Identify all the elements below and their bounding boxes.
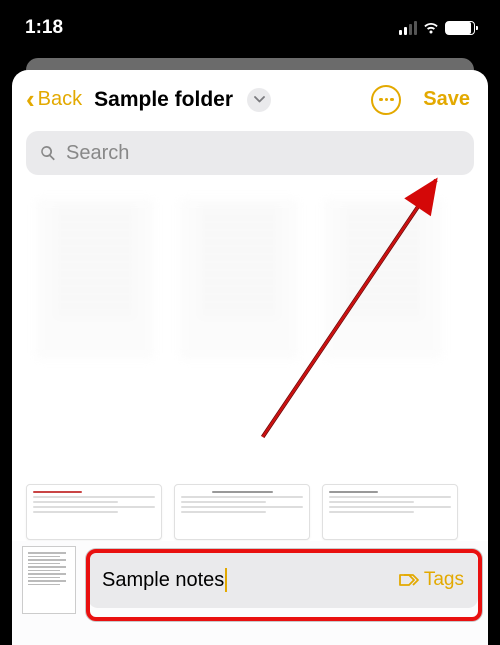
note-title-input[interactable]: Sample notes Tags (88, 552, 478, 608)
text-cursor (225, 568, 227, 592)
tags-label: Tags (424, 569, 464, 591)
back-button[interactable]: ‹ Back (26, 84, 82, 115)
cellular-icon (399, 21, 417, 35)
more-options-button[interactable] (371, 85, 401, 115)
notes-grid (12, 189, 488, 439)
chevron-left-icon: ‹ (26, 84, 35, 115)
search-input[interactable]: Search (26, 131, 474, 175)
folder-title: Sample folder (94, 88, 233, 112)
document-page-thumbnail[interactable] (26, 484, 162, 540)
status-bar: 1:18 (0, 0, 500, 55)
note-title-text: Sample notes (102, 568, 227, 592)
note-thumbnail[interactable] (36, 199, 154, 359)
folder-dropdown[interactable] (247, 88, 271, 112)
tags-icon (398, 572, 420, 588)
modal-sheet: ‹ Back Sample folder Save Search (12, 70, 488, 645)
title-input-bar: Sample notes Tags (12, 541, 488, 645)
search-icon (38, 143, 58, 163)
save-button[interactable]: Save (423, 88, 470, 111)
document-thumbnails (26, 484, 474, 540)
document-page-thumbnail[interactable] (322, 484, 458, 540)
ellipsis-icon (379, 98, 383, 102)
wifi-icon (422, 21, 440, 35)
navigation-bar: ‹ Back Sample folder Save (12, 70, 488, 125)
back-label: Back (38, 88, 82, 111)
note-thumbnail[interactable] (180, 199, 298, 359)
current-page-thumbnail[interactable] (22, 546, 76, 614)
tags-button[interactable]: Tags (398, 569, 464, 591)
note-thumbnail[interactable] (324, 199, 442, 359)
document-page-thumbnail[interactable] (174, 484, 310, 540)
status-indicators (399, 21, 475, 35)
search-placeholder: Search (66, 142, 129, 165)
battery-icon (445, 21, 475, 35)
chevron-down-icon (254, 96, 265, 103)
status-time: 1:18 (25, 17, 63, 39)
